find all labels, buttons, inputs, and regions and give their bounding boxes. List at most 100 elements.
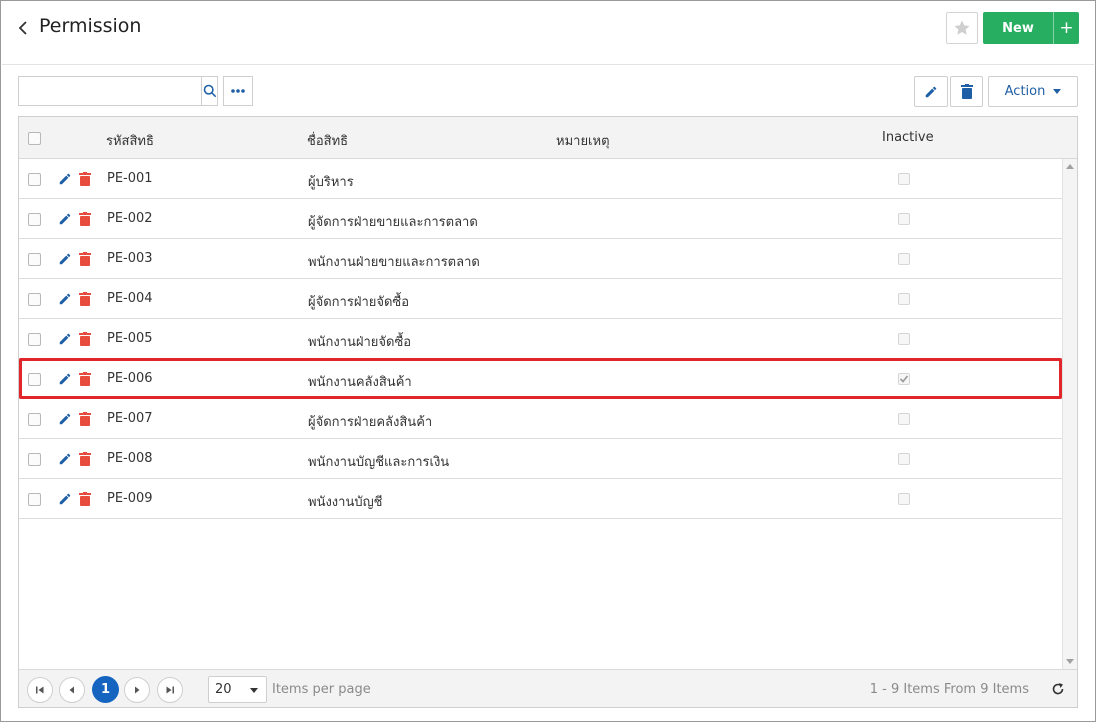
new-plus-button[interactable]: + bbox=[1053, 12, 1079, 44]
table-row[interactable]: PE-006 พนักงานคลังสินค้า bbox=[19, 359, 1062, 399]
app-window: Permission New + Action รหัสสิทธิ ชื่อสิ… bbox=[0, 0, 1096, 722]
back-button[interactable] bbox=[16, 18, 32, 38]
delete-selected-button[interactable] bbox=[950, 76, 983, 107]
edit-icon[interactable] bbox=[58, 292, 72, 306]
checkmark-icon bbox=[899, 375, 909, 383]
refresh-button[interactable] bbox=[1050, 681, 1066, 697]
delete-icon[interactable] bbox=[79, 212, 91, 226]
prev-page-icon bbox=[69, 686, 74, 694]
first-page-button[interactable] bbox=[27, 677, 53, 703]
search-button[interactable] bbox=[201, 77, 217, 105]
edit-icon[interactable] bbox=[58, 372, 72, 386]
permission-code: PE-001 bbox=[107, 171, 153, 186]
delete-icon[interactable] bbox=[79, 292, 91, 306]
prev-page-button[interactable] bbox=[59, 677, 85, 703]
table-row[interactable]: PE-004 ผู้จัดการฝ่ายจัดซื้อ bbox=[19, 279, 1062, 319]
edit-icon[interactable] bbox=[58, 332, 72, 346]
column-header-note[interactable]: หมายเหตุ bbox=[556, 130, 610, 151]
pencil-icon bbox=[925, 86, 937, 97]
table-row[interactable]: PE-008 พนักงานบัญชีและการเงิน bbox=[19, 439, 1062, 479]
new-button-label: New bbox=[1002, 20, 1034, 36]
inactive-checkbox bbox=[898, 413, 910, 425]
pager-range-info: 1 - 9 Items From 9 Items bbox=[869, 682, 1029, 697]
row-select-checkbox[interactable] bbox=[28, 333, 41, 346]
edit-icon[interactable] bbox=[58, 172, 72, 186]
trash-icon bbox=[960, 84, 973, 99]
delete-icon[interactable] bbox=[79, 172, 91, 186]
row-select-checkbox[interactable] bbox=[28, 413, 41, 426]
inactive-checkbox bbox=[898, 333, 910, 345]
scroll-down-icon[interactable] bbox=[1066, 659, 1074, 664]
table-row[interactable]: PE-003 พนักงานฝ่ายขายและการตลาด bbox=[19, 239, 1062, 279]
inactive-checkbox bbox=[898, 253, 910, 265]
select-all-checkbox[interactable] bbox=[28, 132, 41, 145]
edit-icon[interactable] bbox=[58, 412, 72, 426]
inactive-checkbox bbox=[898, 293, 910, 305]
permission-code: PE-002 bbox=[107, 211, 153, 226]
table-row[interactable]: PE-007 ผู้จัดการฝ่ายคลังสินค้า bbox=[19, 399, 1062, 439]
page-size-select[interactable]: 20 bbox=[208, 676, 267, 703]
delete-icon[interactable] bbox=[79, 492, 91, 506]
inactive-checkbox bbox=[898, 213, 910, 225]
delete-icon[interactable] bbox=[79, 332, 91, 346]
permission-code: PE-003 bbox=[107, 251, 153, 266]
permission-name: พนักงานคลังสินค้า bbox=[308, 375, 412, 390]
new-button[interactable]: New + bbox=[983, 12, 1079, 44]
last-page-icon bbox=[166, 686, 174, 694]
delete-icon[interactable] bbox=[79, 252, 91, 266]
permission-name: ผู้จัดการฝ่ายคลังสินค้า bbox=[308, 415, 433, 430]
star-icon bbox=[954, 20, 970, 35]
column-header-inactive[interactable]: Inactive bbox=[882, 130, 934, 145]
vertical-scrollbar[interactable] bbox=[1062, 159, 1077, 669]
action-label: Action bbox=[1004, 84, 1046, 99]
page-title: Permission bbox=[39, 15, 142, 37]
permission-name: พนักงานบัญชีและการเงิน bbox=[308, 455, 450, 470]
edit-icon[interactable] bbox=[58, 212, 72, 226]
inactive-checkbox bbox=[898, 373, 910, 385]
row-select-checkbox[interactable] bbox=[28, 373, 41, 386]
permission-code: PE-009 bbox=[107, 491, 153, 506]
table-row[interactable]: PE-009 พนังงานบัญชี bbox=[19, 479, 1062, 519]
permission-code: PE-008 bbox=[107, 451, 153, 466]
row-select-checkbox[interactable] bbox=[28, 293, 41, 306]
grid-body: PE-001 ผู้บริหาร PE-002 ผู้จัดการฝ่ายขายและ… bbox=[19, 159, 1062, 669]
search-icon bbox=[203, 84, 216, 98]
permission-grid: รหัสสิทธิ ชื่อสิทธิ หมายเหตุ Inactive PE… bbox=[18, 116, 1078, 708]
inactive-checkbox bbox=[898, 453, 910, 465]
table-row[interactable]: PE-002 ผู้จัดการฝ่ายขายและการตลาด bbox=[19, 199, 1062, 239]
action-dropdown[interactable]: Action bbox=[988, 76, 1078, 107]
row-select-checkbox[interactable] bbox=[28, 253, 41, 266]
delete-icon[interactable] bbox=[79, 452, 91, 466]
more-options-button[interactable] bbox=[223, 76, 253, 106]
column-header-code[interactable]: รหัสสิทธิ bbox=[106, 130, 154, 151]
delete-icon[interactable] bbox=[79, 412, 91, 426]
edit-selected-button[interactable] bbox=[914, 76, 948, 107]
caret-down-icon bbox=[250, 688, 258, 693]
current-page-button[interactable]: 1 bbox=[92, 676, 119, 703]
edit-icon[interactable] bbox=[58, 452, 72, 466]
table-row[interactable]: PE-005 พนักงานฝ่ายจัดซื้อ bbox=[19, 319, 1062, 359]
last-page-button[interactable] bbox=[157, 677, 183, 703]
first-page-icon bbox=[36, 686, 44, 694]
edit-icon[interactable] bbox=[58, 252, 72, 266]
row-select-checkbox[interactable] bbox=[28, 493, 41, 506]
inactive-checkbox bbox=[898, 173, 910, 185]
column-header-name[interactable]: ชื่อสิทธิ bbox=[307, 130, 348, 151]
row-select-checkbox[interactable] bbox=[28, 453, 41, 466]
table-row[interactable]: PE-001 ผู้บริหาร bbox=[19, 159, 1062, 199]
chevron-left-icon bbox=[18, 21, 27, 35]
row-select-checkbox[interactable] bbox=[28, 213, 41, 226]
row-select-checkbox[interactable] bbox=[28, 173, 41, 186]
page-size-value: 20 bbox=[215, 682, 232, 697]
delete-icon[interactable] bbox=[79, 372, 91, 386]
next-page-button[interactable] bbox=[124, 677, 150, 703]
search-input[interactable] bbox=[19, 77, 201, 105]
favorite-button[interactable] bbox=[946, 12, 978, 44]
ellipsis-icon bbox=[231, 89, 245, 93]
grid-header: รหัสสิทธิ ชื่อสิทธิ หมายเหตุ Inactive bbox=[19, 117, 1077, 159]
scroll-up-icon[interactable] bbox=[1066, 164, 1074, 169]
permission-code: PE-005 bbox=[107, 331, 153, 346]
permission-name: ผู้จัดการฝ่ายขายและการตลาด bbox=[308, 215, 478, 230]
permission-code: PE-007 bbox=[107, 411, 153, 426]
edit-icon[interactable] bbox=[58, 492, 72, 506]
